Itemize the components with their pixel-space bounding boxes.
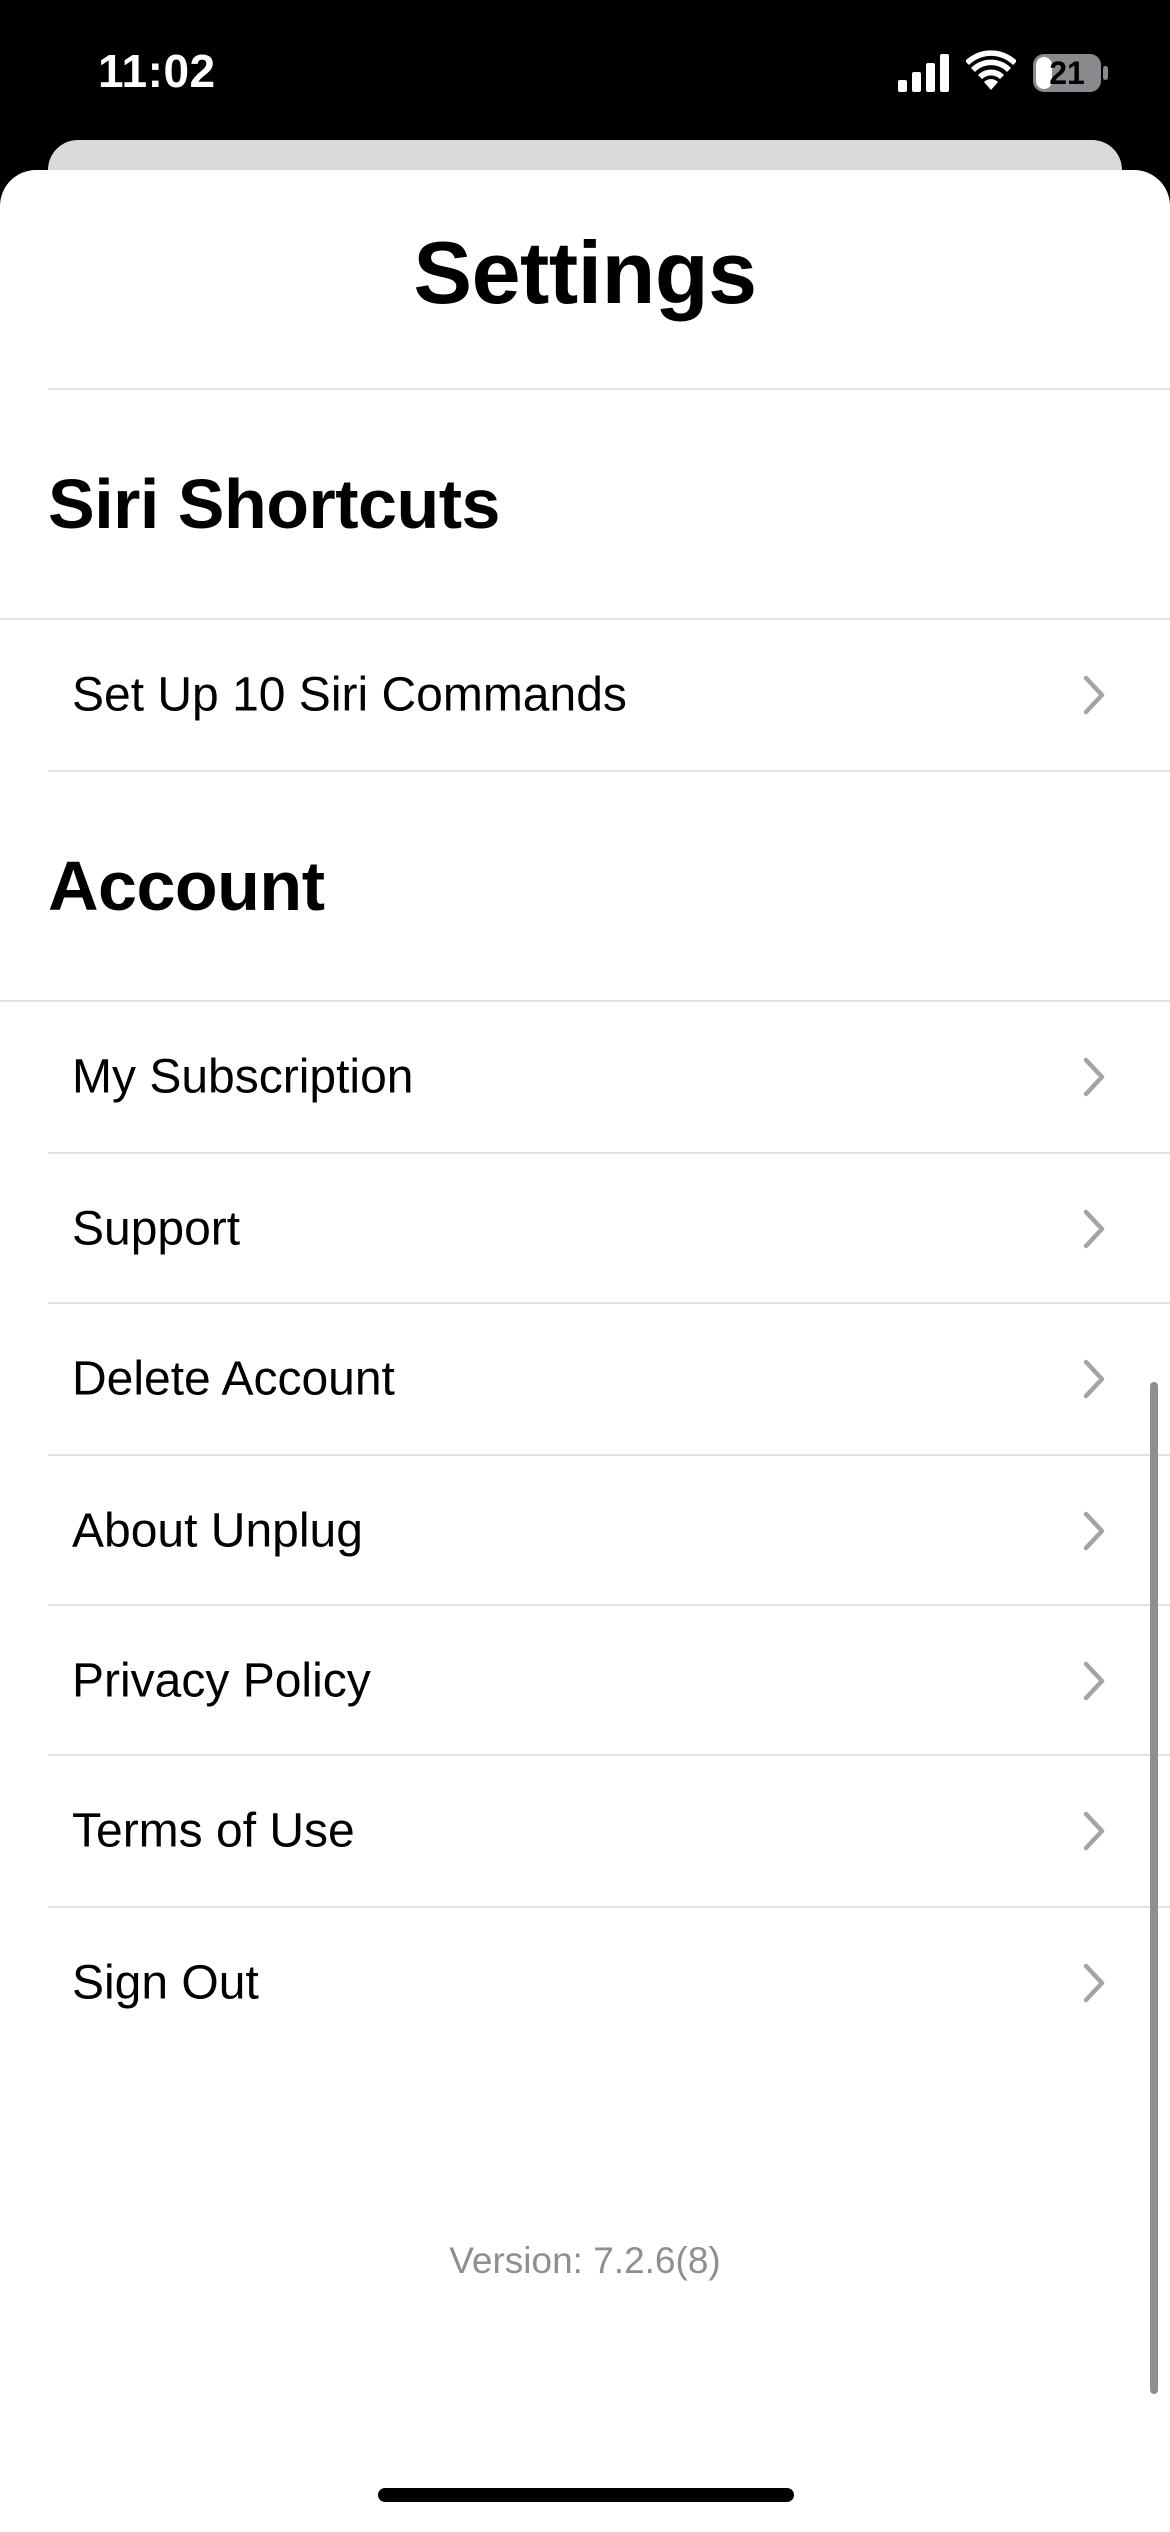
status-bar: 11:02 21 — [0, 0, 1170, 150]
scrollbar[interactable] — [1150, 1382, 1158, 2394]
row-label: Set Up 10 Siri Commands — [72, 668, 627, 722]
settings-row-my-subscription[interactable]: My Subscription — [0, 1002, 1170, 1152]
settings-row-about-unplug[interactable]: About Unplug — [0, 1456, 1170, 1606]
chevron-right-icon — [1083, 1359, 1105, 1399]
status-icons: 21 — [898, 50, 1118, 98]
signal-icon — [898, 54, 949, 92]
divider — [48, 770, 1170, 772]
settings-row-siri-commands[interactable]: Set Up 10 Siri Commands — [0, 620, 1170, 770]
status-time: 11:02 — [98, 45, 216, 97]
section-header-account: Account — [48, 847, 325, 925]
screen: 11:02 21 Settings Siri Shortcuts Set Up … — [0, 0, 1170, 2532]
home-indicator[interactable] — [378, 2488, 794, 2502]
settings-row-privacy-policy[interactable]: Privacy Policy — [0, 1606, 1170, 1756]
row-label: Sign Out — [72, 1956, 259, 2010]
divider — [48, 388, 1170, 390]
chevron-right-icon — [1083, 675, 1105, 715]
row-label: Privacy Policy — [72, 1654, 371, 1708]
version-label: Version: 7.2.6(8) — [449, 2240, 721, 2281]
settings-row-sign-out[interactable]: Sign Out — [0, 1908, 1170, 2058]
chevron-right-icon — [1083, 1511, 1105, 1551]
chevron-right-icon — [1083, 1811, 1105, 1851]
row-label: Support — [72, 1202, 241, 1256]
section-header-siri-shortcuts: Siri Shortcuts — [48, 465, 500, 543]
wifi-icon — [966, 50, 1016, 90]
battery-level: 21 — [1049, 55, 1085, 91]
settings-row-delete-account[interactable]: Delete Account — [0, 1304, 1170, 1454]
settings-row-support[interactable]: Support — [0, 1154, 1170, 1304]
settings-sheet: Settings Siri Shortcuts Set Up 10 Siri C… — [0, 170, 1170, 2532]
chevron-right-icon — [1083, 1057, 1105, 1097]
row-label: My Subscription — [72, 1050, 414, 1104]
page-title: Settings — [413, 223, 757, 322]
chevron-right-icon — [1083, 1661, 1105, 1701]
row-label: Delete Account — [72, 1352, 395, 1406]
row-label: About Unplug — [72, 1504, 363, 1558]
chevron-right-icon — [1083, 1963, 1105, 2003]
settings-row-terms-of-use[interactable]: Terms of Use — [0, 1756, 1170, 1906]
row-label: Terms of Use — [72, 1804, 355, 1858]
chevron-right-icon — [1083, 1209, 1105, 1249]
